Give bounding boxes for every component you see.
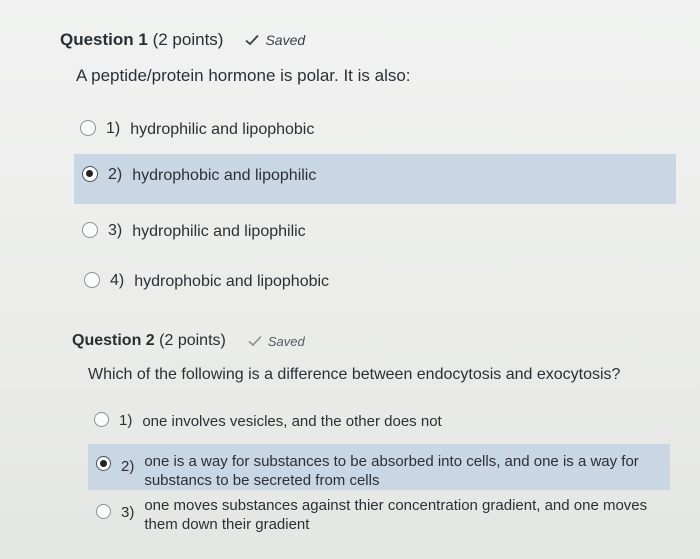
checkmark-icon	[248, 335, 262, 347]
option-number: 1)	[106, 120, 121, 137]
question-2-header: Question 2 (2 points) Saved	[72, 332, 305, 350]
option-number: 2)	[108, 166, 123, 183]
saved-label: Saved	[265, 32, 306, 48]
option-text: hydrophilic and lipophobic	[130, 121, 315, 138]
question-2-option-1[interactable]: 1) one involves vesicles, and the other …	[94, 410, 654, 436]
quiz-page: Question 1 (2 points) Saved A peptide/pr…	[0, 0, 700, 559]
option-text: one is a way for substances to be absorb…	[144, 453, 639, 489]
question-1-option-1[interactable]: 1) hydrophilic and lipophobic	[80, 116, 640, 146]
option-number: 1)	[119, 412, 133, 429]
question-2-option-3[interactable]: 3) one moves substances against thier co…	[96, 496, 666, 536]
question-1-prompt: A peptide/protein hormone is polar. It i…	[76, 66, 411, 85]
question-1-points: (2 points)	[152, 30, 224, 49]
question-1-title-text: Question 1	[60, 30, 148, 49]
option-number: 4)	[110, 272, 125, 289]
question-2-saved-status: Saved	[248, 334, 305, 349]
saved-label: Saved	[267, 333, 305, 349]
question-1-header: Question 1 (2 points) Saved	[60, 30, 305, 50]
radio-button[interactable]	[94, 412, 109, 427]
question-2-title-text: Question 2	[72, 332, 155, 349]
radio-button-selected[interactable]	[96, 456, 111, 471]
checkmark-icon	[245, 34, 260, 46]
question-2-option-2[interactable]: 2) one is a way for substances to be abs…	[88, 444, 670, 490]
question-2-prompt: Which of the following is a difference b…	[88, 366, 621, 383]
option-number: 3)	[108, 222, 123, 239]
question-2-title: Question 2 (2 points)	[72, 332, 226, 350]
option-number: 3)	[121, 504, 135, 521]
option-number: 2)	[121, 458, 135, 475]
radio-button[interactable]	[96, 504, 111, 519]
radio-button[interactable]	[84, 272, 100, 288]
option-text: hydrophobic and lipophilic	[132, 167, 317, 184]
question-1-option-2[interactable]: 2) hydrophobic and lipophilic	[74, 154, 676, 204]
option-text: hydrophilic and lipophilic	[132, 223, 306, 240]
question-1-option-4[interactable]: 4) hydrophobic and lipophobic	[84, 268, 644, 298]
option-text: hydrophobic and lipophobic	[134, 273, 330, 290]
question-1-title: Question 1 (2 points)	[60, 30, 223, 50]
radio-button[interactable]	[82, 222, 98, 238]
question-1-saved-status: Saved	[245, 32, 305, 48]
question-1-option-3[interactable]: 3) hydrophilic and lipophilic	[82, 218, 642, 248]
question-2-points: (2 points)	[159, 332, 226, 349]
option-text: one moves substances against thier conce…	[144, 497, 648, 533]
radio-button[interactable]	[80, 120, 96, 136]
radio-button-selected[interactable]	[82, 166, 98, 182]
option-text: one involves vesicles, and the other doe…	[142, 413, 442, 430]
